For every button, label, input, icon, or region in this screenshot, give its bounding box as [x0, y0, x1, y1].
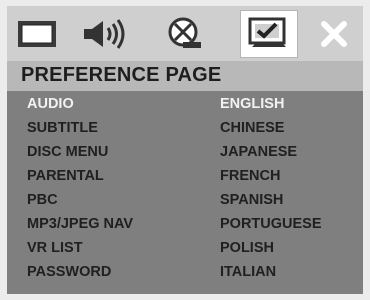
- option-japanese[interactable]: JAPANESE: [220, 144, 297, 160]
- tab-general-setup[interactable]: [8, 14, 66, 54]
- disc-icon: [168, 17, 201, 48]
- setting-pbc[interactable]: PBC: [27, 192, 58, 208]
- option-english[interactable]: ENGLISH: [220, 96, 284, 112]
- option-portuguese[interactable]: PORTUGUESE: [220, 216, 322, 232]
- checkmark-tv-icon: [248, 17, 286, 47]
- tab-dolby-setup[interactable]: [155, 14, 213, 54]
- option-italian[interactable]: ITALIAN: [220, 264, 276, 280]
- setting-parental[interactable]: PARENTAL: [27, 168, 104, 184]
- option-spanish[interactable]: SPANISH: [220, 192, 283, 208]
- setting-subtitle[interactable]: SUBTITLE: [27, 120, 98, 136]
- page-title: PREFERENCE PAGE: [21, 64, 222, 86]
- tab-exit[interactable]: [307, 14, 361, 54]
- monitor-icon: [18, 21, 56, 47]
- setup-tabs-bar: [7, 6, 363, 61]
- setting-disc-menu[interactable]: DISC MENU: [27, 144, 108, 160]
- tab-audio-setup[interactable]: [76, 14, 134, 54]
- speaker-icon: [84, 19, 125, 49]
- option-french[interactable]: FRENCH: [220, 168, 280, 184]
- setup-menu-panel: PREFERENCE PAGE AUDIO SUBTITLE DISC MENU…: [7, 6, 363, 294]
- option-polish[interactable]: POLISH: [220, 240, 274, 256]
- setting-mp3-jpeg-nav[interactable]: MP3/JPEG NAV: [27, 216, 133, 232]
- setting-password[interactable]: PASSWORD: [27, 264, 111, 280]
- setting-audio[interactable]: AUDIO: [27, 96, 74, 112]
- close-icon: [321, 21, 347, 47]
- page-header: PREFERENCE PAGE: [7, 61, 363, 91]
- setting-vr-list[interactable]: VR LIST: [27, 240, 83, 256]
- tab-preference[interactable]: [240, 10, 298, 58]
- option-chinese[interactable]: CHINESE: [220, 120, 284, 136]
